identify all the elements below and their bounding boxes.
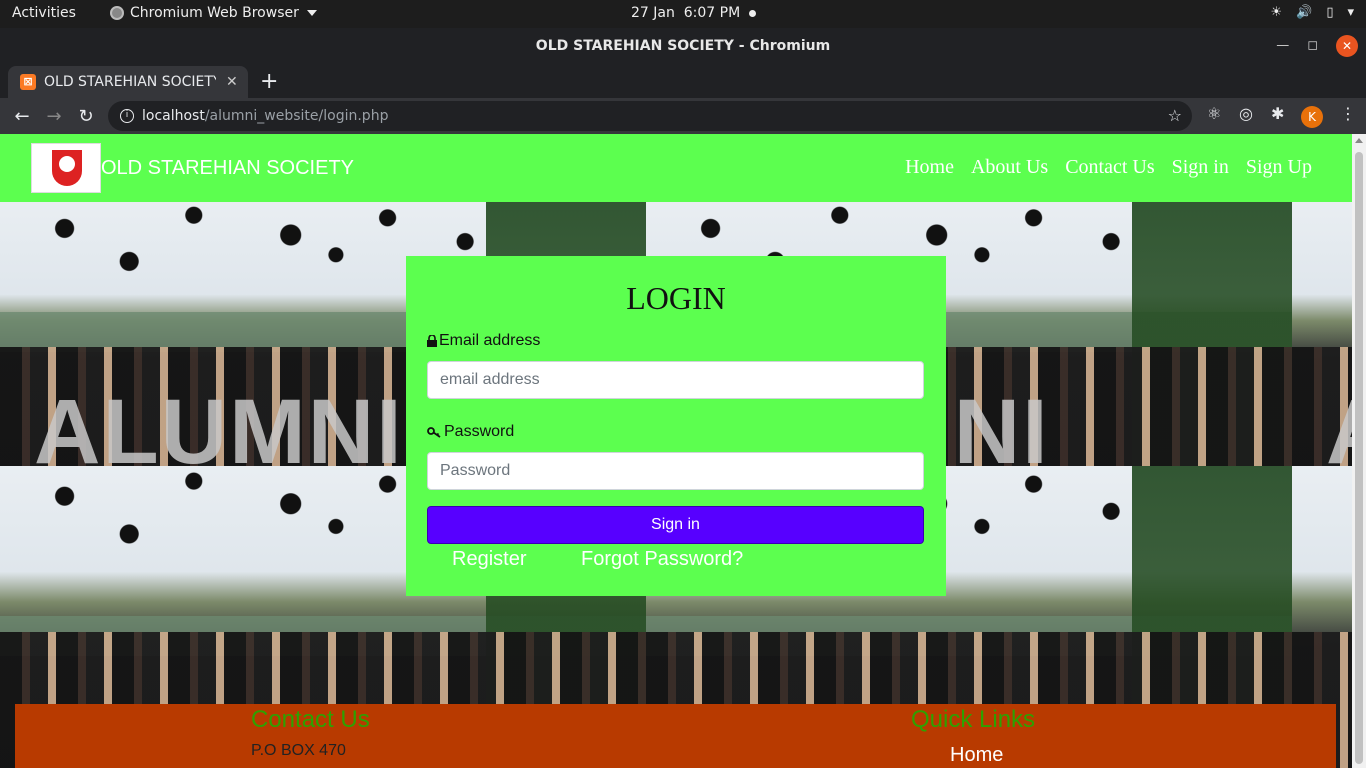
lock-icon <box>427 335 437 347</box>
new-tab-icon[interactable]: + <box>260 69 278 94</box>
site-brand[interactable]: OLD STAREHIAN SOCIETY <box>101 157 354 180</box>
nav-about-us[interactable]: About Us <box>971 156 1048 179</box>
site-footer: Contact Us P.O BOX 470 Quick Links Home <box>15 704 1336 768</box>
tab-active[interactable]: ⊠ OLD STAREHIAN SOCIETY ✕ <box>8 66 248 98</box>
url-host: localhost <box>142 108 205 124</box>
page-viewport: OLD STAREHIAN SOCIETY Home About Us Cont… <box>0 134 1352 768</box>
email-label-text: Email address <box>439 332 541 349</box>
window-title: OLD STAREHIAN SOCIETY - Chromium <box>535 38 831 54</box>
login-card: LOGIN Email address email address Passwo… <box>406 256 946 596</box>
footer-link-home[interactable]: Home <box>950 744 1003 767</box>
url-path: /alumni_website/login.php <box>204 108 389 124</box>
clock-date: 27 Jan <box>631 5 675 21</box>
system-tray[interactable]: ☀ 🔊 ▯ ▾ <box>1270 5 1354 20</box>
maximize-icon[interactable]: ◻ <box>1307 28 1318 64</box>
battery-icon: ▯ <box>1326 5 1334 20</box>
nav-links: Home About Us Contact Us Sign in Sign Up <box>905 156 1312 179</box>
app-menu[interactable]: Chromium Web Browser <box>110 5 317 21</box>
email-input[interactable]: email address <box>427 361 924 399</box>
school-logo[interactable] <box>31 143 101 193</box>
nav-sign-in[interactable]: Sign in <box>1172 156 1229 179</box>
extension-target-icon[interactable]: ◎ <box>1239 104 1253 123</box>
window-controls: — ◻ ✕ <box>1276 28 1358 64</box>
register-link[interactable]: Register <box>452 548 526 571</box>
tab-strip: ⊠ OLD STAREHIAN SOCIETY ✕ + <box>0 64 1366 98</box>
extensions-puzzle-icon[interactable]: ✱ <box>1271 104 1284 123</box>
footer-contact-heading: Contact Us <box>251 706 370 733</box>
window-title-bar: OLD STAREHIAN SOCIETY - Chromium — ◻ ✕ <box>0 28 1366 64</box>
address-bar[interactable]: i localhost/alumni_website/login.php ☆ <box>108 101 1192 131</box>
shield-icon <box>52 150 82 186</box>
profile-avatar[interactable]: K <box>1301 106 1323 128</box>
hero-alumni-text: ALUMNI <box>1326 380 1352 485</box>
footer-address: P.O BOX 470 <box>251 742 346 759</box>
chromium-icon <box>110 6 124 20</box>
caret-down-icon: ▾ <box>1347 5 1354 20</box>
react-devtools-icon[interactable]: ⚛ <box>1207 104 1221 123</box>
page-scrollbar[interactable] <box>1352 134 1366 768</box>
hero-alumni-text: ALUMNI <box>34 381 404 483</box>
clock-time: 6:07 PM <box>683 5 741 21</box>
brightness-icon: ☀ <box>1270 5 1283 20</box>
password-label: Password <box>427 423 514 441</box>
email-label: Email address <box>427 332 540 350</box>
forgot-password-link[interactable]: Forgot Password? <box>581 548 743 571</box>
close-icon[interactable]: ✕ <box>1336 35 1358 57</box>
menu-kebab-icon[interactable]: ⋮ <box>1340 104 1356 123</box>
clock[interactable]: 27 Jan 6:07 PM <box>631 5 740 21</box>
browser-toolbar: ← → ↻ i localhost/alumni_website/login.p… <box>0 98 1366 134</box>
nav-home[interactable]: Home <box>905 156 954 179</box>
sign-in-button[interactable]: Sign in <box>427 506 924 544</box>
minimize-icon[interactable]: — <box>1276 28 1289 64</box>
xampp-favicon-icon: ⊠ <box>20 74 36 90</box>
login-title: LOGIN <box>626 280 726 316</box>
chevron-down-icon <box>306 10 317 16</box>
scroll-up-icon[interactable] <box>1355 138 1363 143</box>
tab-title: OLD STAREHIAN SOCIETY <box>44 74 216 90</box>
notification-dot-icon <box>749 10 756 17</box>
activities-button[interactable]: Activities <box>12 5 76 21</box>
footer-links-heading: Quick Links <box>911 706 1036 733</box>
app-menu-label: Chromium Web Browser <box>130 5 299 21</box>
reload-icon[interactable]: ↻ <box>70 106 102 127</box>
nav-sign-up[interactable]: Sign Up <box>1246 156 1312 179</box>
password-label-text: Password <box>444 423 515 440</box>
key-icon <box>427 427 441 438</box>
bookmark-star-icon[interactable]: ☆ <box>1168 106 1182 125</box>
back-icon[interactable]: ← <box>6 106 38 127</box>
nav-contact-us[interactable]: Contact Us <box>1065 156 1154 179</box>
site-info-icon[interactable]: i <box>120 109 134 123</box>
scrollbar-thumb[interactable] <box>1355 152 1363 764</box>
system-top-bar: Activities Chromium Web Browser 27 Jan 6… <box>0 0 1366 28</box>
tab-close-icon[interactable]: ✕ <box>226 74 238 90</box>
volume-icon: 🔊 <box>1296 5 1313 20</box>
site-navbar: OLD STAREHIAN SOCIETY Home About Us Cont… <box>0 134 1352 202</box>
password-input[interactable]: Password <box>427 452 924 490</box>
forward-icon[interactable]: → <box>38 106 70 127</box>
